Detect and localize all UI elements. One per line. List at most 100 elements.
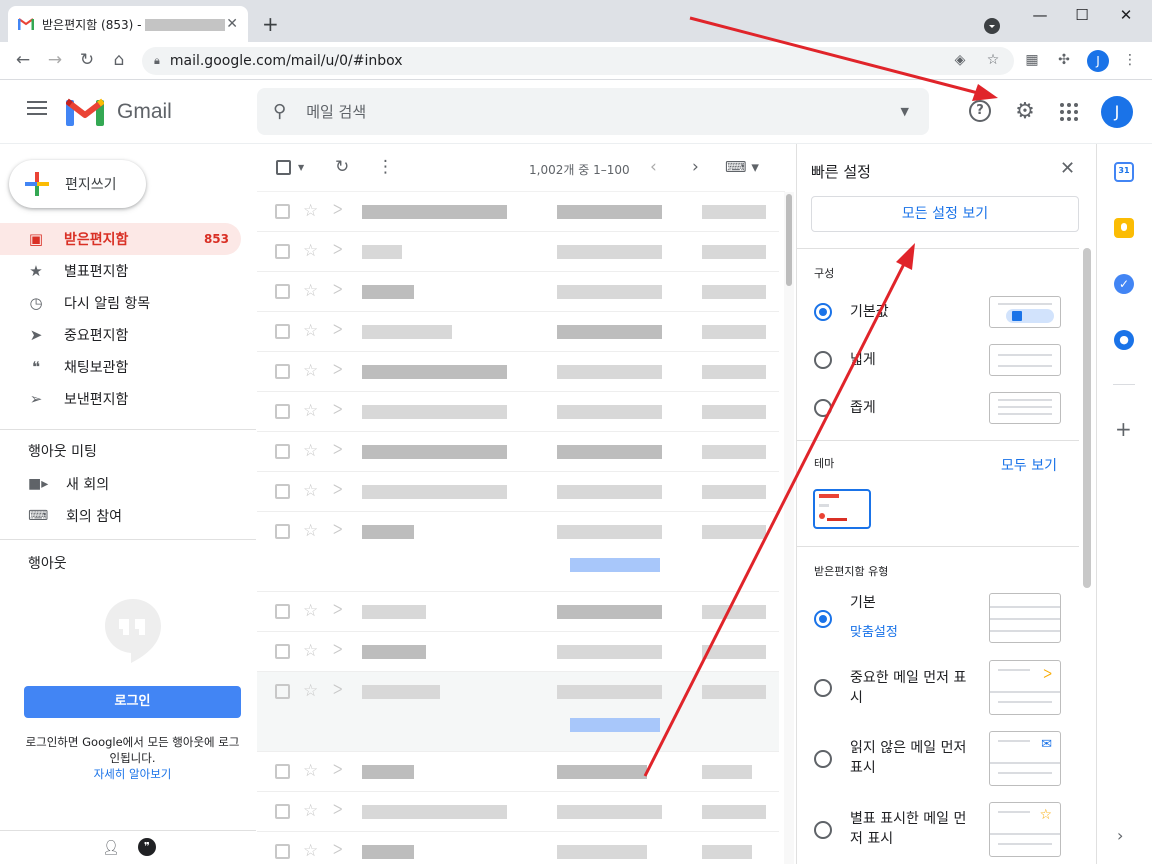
extensions-puzzle-icon[interactable]: ✣	[1054, 52, 1074, 68]
row-checkbox[interactable]	[275, 644, 290, 659]
important-marker-icon[interactable]: ᐳ	[333, 603, 342, 618]
chevron-right-icon[interactable]: ›	[1117, 826, 1123, 845]
more-options-icon[interactable]: ⋮	[377, 157, 394, 177]
inbox-starred-first-radio[interactable]	[814, 821, 832, 839]
star-icon[interactable]: ☆	[303, 441, 318, 461]
select-dropdown-icon[interactable]: ▼	[298, 163, 304, 172]
quick-settings-scrollbar[interactable]	[1083, 248, 1091, 588]
table-row[interactable]: ☆ ᐳ	[257, 512, 779, 592]
star-icon[interactable]: ☆	[303, 601, 318, 621]
inbox-unread-first-radio[interactable]	[814, 750, 832, 768]
contacts-person-icon[interactable]: 👤︎	[102, 840, 120, 856]
newer-page-icon[interactable]: ‹	[650, 157, 657, 177]
density-default-thumb[interactable]	[989, 296, 1061, 328]
table-row[interactable]: ☆ ᐳ	[257, 832, 779, 864]
density-default-radio[interactable]	[814, 303, 832, 321]
theme-default-thumb[interactable]	[813, 489, 871, 529]
row-checkbox[interactable]	[275, 364, 290, 379]
qr-extension-icon[interactable]: ▦	[1022, 52, 1042, 68]
bookmark-star-icon[interactable]: ☆	[983, 52, 1003, 68]
row-checkbox[interactable]	[275, 484, 290, 499]
important-marker-icon[interactable]: ᐳ	[333, 323, 342, 338]
table-row[interactable]: ☆ ᐳ	[257, 392, 779, 432]
important-marker-icon[interactable]: ᐳ	[333, 483, 342, 498]
maximize-icon[interactable]: ☐	[1062, 6, 1102, 24]
star-icon[interactable]: ☆	[303, 321, 318, 341]
important-marker-icon[interactable]: ᐳ	[333, 363, 342, 378]
get-addons-plus-icon[interactable]: +	[1115, 417, 1132, 441]
row-checkbox[interactable]	[275, 404, 290, 419]
calendar-icon[interactable]: 31	[1114, 162, 1134, 182]
close-tab-icon[interactable]: ✕	[226, 16, 238, 32]
star-icon[interactable]: ☆	[303, 241, 318, 261]
new-meeting-item[interactable]: ■▸ 새 회의	[28, 474, 109, 494]
star-icon[interactable]: ☆	[303, 481, 318, 501]
important-marker-icon[interactable]: ᐳ	[333, 203, 342, 218]
close-icon[interactable]: ✕	[1060, 158, 1075, 179]
browser-menu-icon[interactable]: ⋮	[1120, 52, 1140, 68]
row-checkbox[interactable]	[275, 804, 290, 819]
row-checkbox[interactable]	[275, 684, 290, 699]
important-marker-icon[interactable]: ᐳ	[333, 523, 342, 538]
theme-see-all-link[interactable]: 모두 보기	[1001, 455, 1057, 475]
sidebar-item-inbox[interactable]: ▣ 받은편지함 853	[0, 223, 241, 255]
row-checkbox[interactable]	[275, 844, 290, 859]
inbox-unread-first-thumb[interactable]: ✉	[989, 731, 1061, 786]
join-meeting-item[interactable]: ⌨ 회의 참여	[28, 506, 122, 526]
star-icon[interactable]: ☆	[303, 801, 318, 821]
row-checkbox[interactable]	[275, 284, 290, 299]
forward-icon[interactable]: →	[44, 50, 66, 70]
row-checkbox[interactable]	[275, 244, 290, 259]
inbox-important-first-radio[interactable]	[814, 679, 832, 697]
learn-more-link[interactable]: 자세히 알아보기	[24, 766, 241, 782]
settings-gear-icon[interactable]: ⚙	[1013, 99, 1037, 124]
hangouts-login-button[interactable]: 로그인	[24, 686, 241, 718]
row-checkbox[interactable]	[275, 764, 290, 779]
keep-icon[interactable]	[1114, 218, 1134, 238]
star-icon[interactable]: ☆	[303, 761, 318, 781]
important-marker-icon[interactable]: ᐳ	[333, 803, 342, 818]
reload-icon[interactable]: ↻	[76, 50, 98, 70]
inbox-customize-link[interactable]: 맞춤설정	[850, 621, 898, 640]
table-row[interactable]: ☆ ᐳ	[257, 192, 779, 232]
star-icon[interactable]: ☆	[303, 521, 318, 541]
tasks-icon[interactable]: ✓	[1114, 274, 1134, 294]
important-marker-icon[interactable]: ᐳ	[333, 283, 342, 298]
table-row[interactable]: ☆ ᐳ	[257, 432, 779, 472]
important-marker-icon[interactable]: ᐳ	[333, 403, 342, 418]
hangouts-chat-icon[interactable]: ❞	[138, 838, 156, 856]
contacts-icon[interactable]: ●	[1114, 330, 1134, 350]
density-comfortable-thumb[interactable]	[989, 344, 1061, 376]
sidebar-item-starred[interactable]: ★ 별표편지함	[0, 255, 256, 287]
density-compact-radio[interactable]	[814, 399, 832, 417]
google-apps-icon[interactable]	[1060, 103, 1078, 121]
main-menu-icon[interactable]	[27, 101, 47, 119]
table-row[interactable]: ☆ ᐳ	[257, 312, 779, 352]
search-icon[interactable]: ⚲	[273, 101, 286, 122]
tab-search-icon[interactable]	[984, 18, 1000, 34]
table-row[interactable]: ☆ ᐳ	[257, 752, 779, 792]
back-icon[interactable]: ←	[12, 50, 34, 70]
important-marker-icon[interactable]: ᐳ	[333, 643, 342, 658]
home-icon[interactable]: ⌂	[108, 50, 130, 70]
account-avatar[interactable]: J	[1101, 96, 1133, 128]
new-tab-icon[interactable]: +	[262, 12, 279, 36]
density-compact-thumb[interactable]	[989, 392, 1061, 424]
row-checkbox[interactable]	[275, 204, 290, 219]
sidebar-item-snoozed[interactable]: ◷ 다시 알림 항목	[0, 287, 256, 319]
search-options-icon[interactable]: ▼	[901, 105, 909, 118]
older-page-icon[interactable]: ›	[692, 157, 699, 177]
star-icon[interactable]: ☆	[303, 841, 318, 861]
table-row[interactable]: ☆ ᐳ	[257, 672, 779, 752]
input-tools-keyboard-icon[interactable]: ⌨ ▾	[725, 158, 759, 176]
row-checkbox[interactable]	[275, 324, 290, 339]
sidebar-item-sent[interactable]: ➢ 보낸편지함	[0, 383, 256, 415]
star-icon[interactable]: ☆	[303, 681, 318, 701]
minimize-icon[interactable]: —	[1020, 6, 1060, 24]
star-icon[interactable]: ☆	[303, 201, 318, 221]
browser-tab[interactable]: 받은편지함 (853) - ✕	[8, 6, 248, 42]
table-row[interactable]: ☆ ᐳ	[257, 632, 779, 672]
star-icon[interactable]: ☆	[303, 281, 318, 301]
browser-profile-avatar[interactable]: J	[1087, 50, 1109, 72]
refresh-icon[interactable]: ↻	[335, 157, 349, 177]
